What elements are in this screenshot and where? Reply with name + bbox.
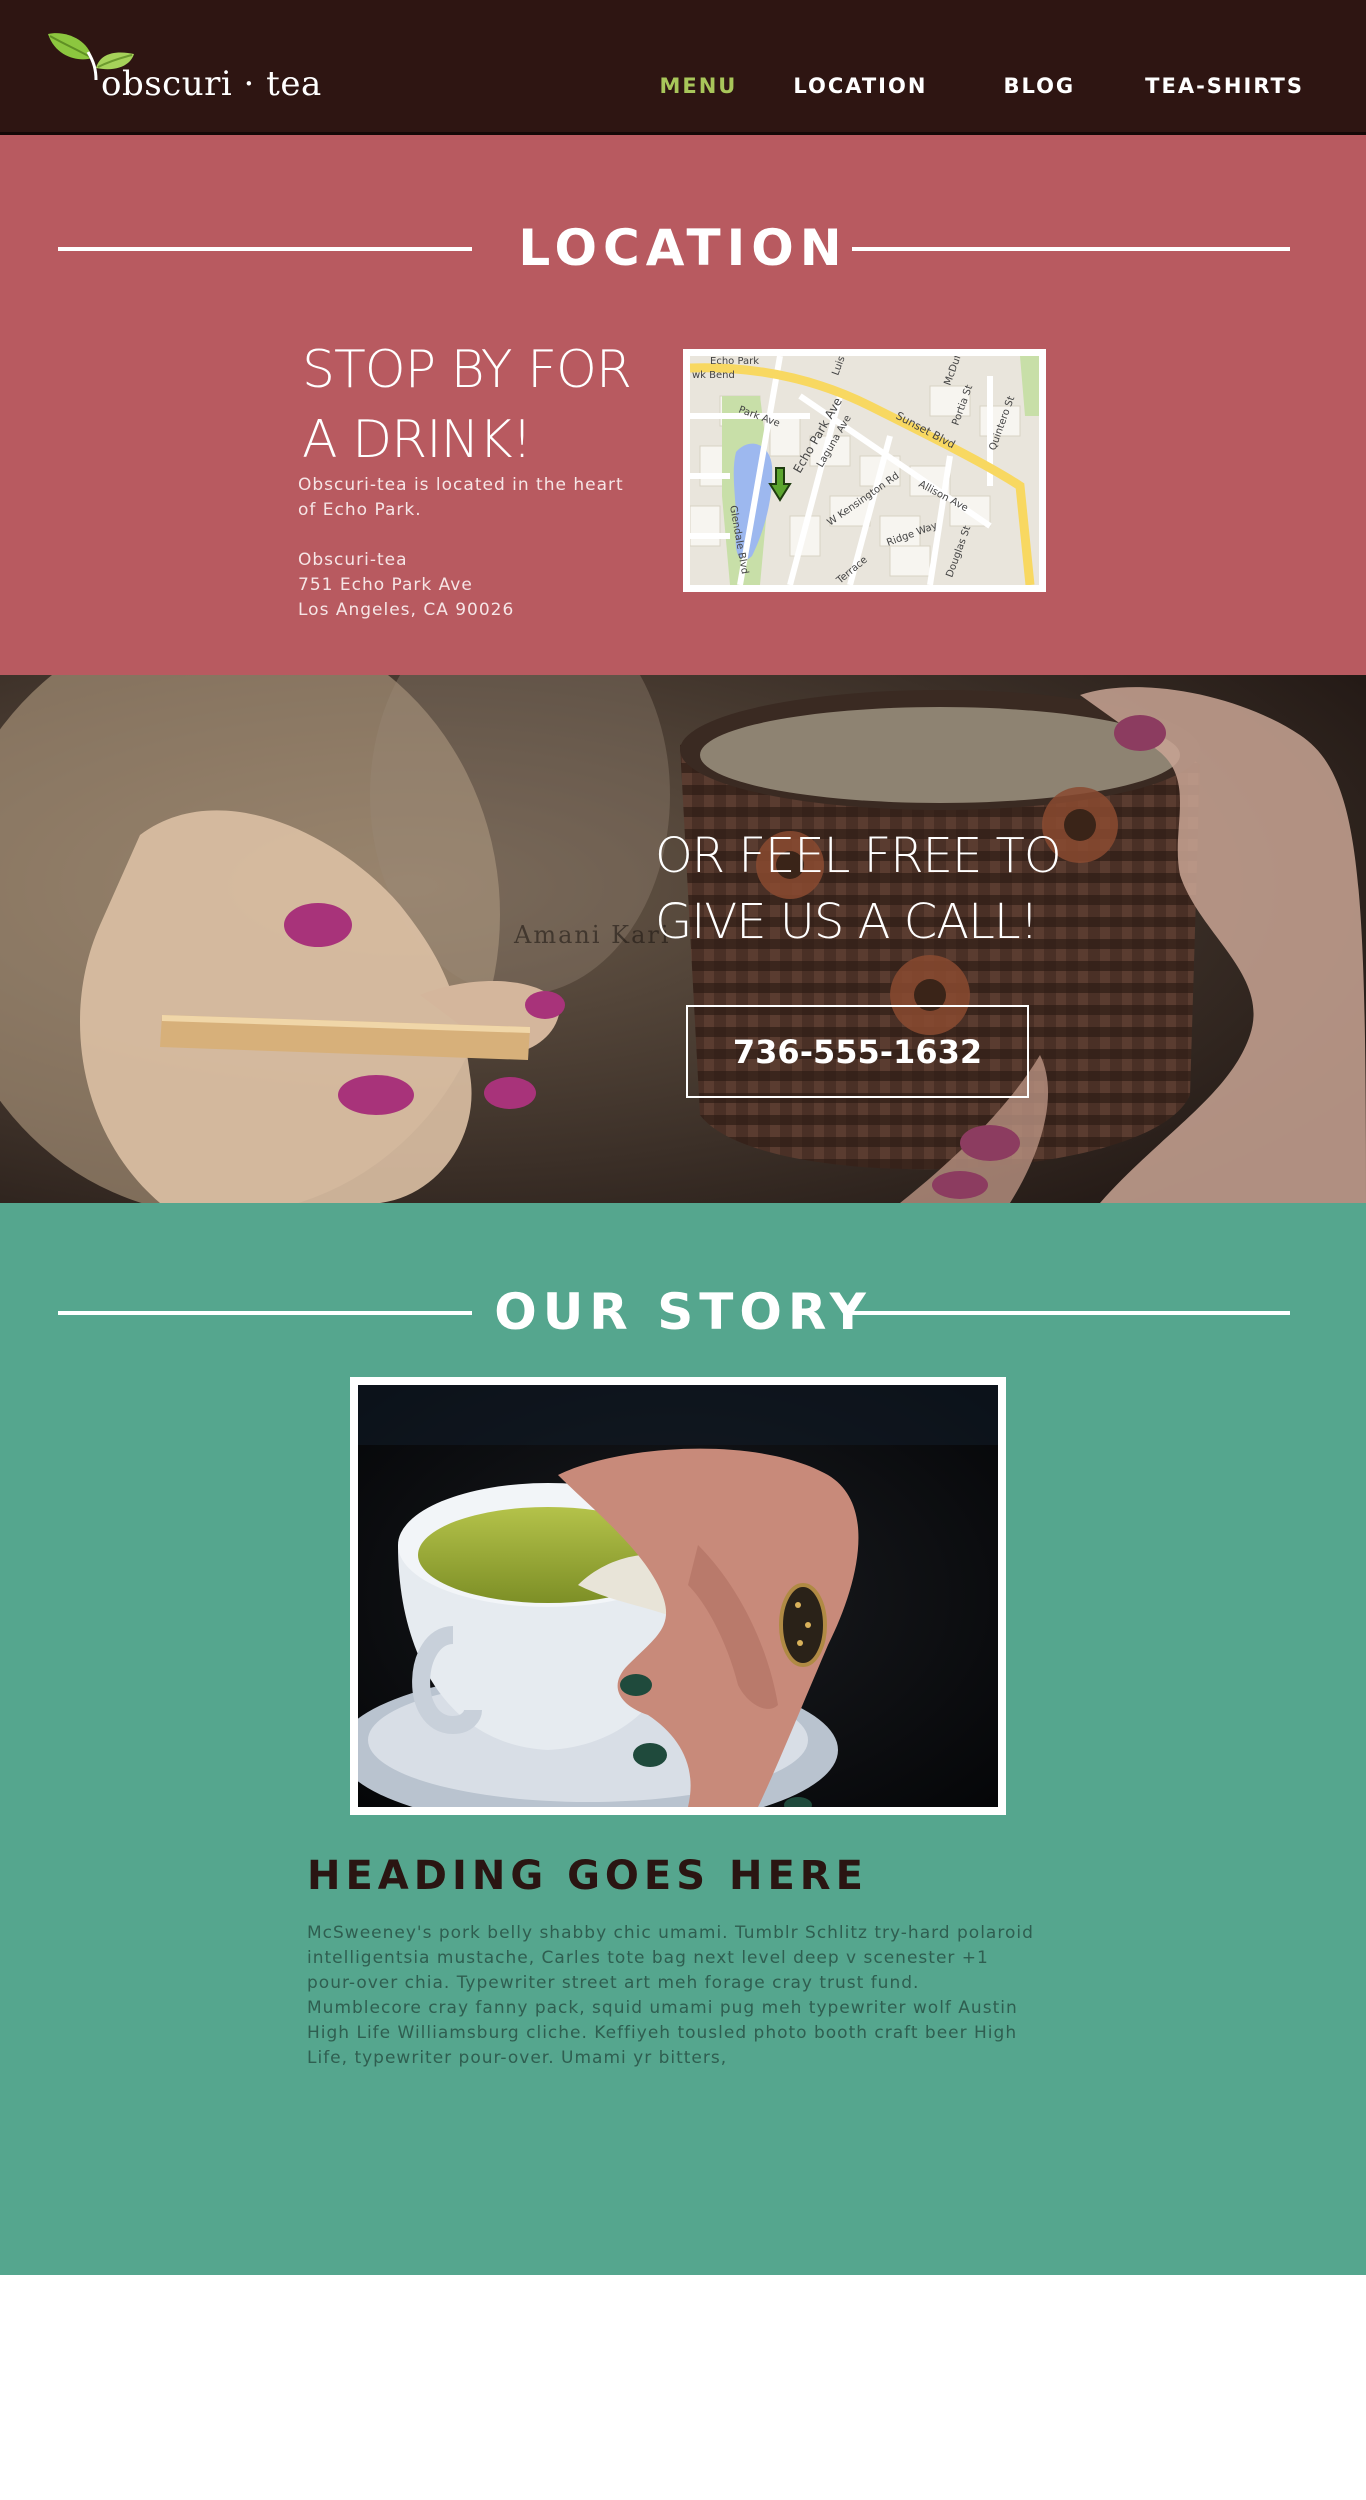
story-title-row: OUR STORY	[0, 1283, 1366, 1343]
title-divider-right	[852, 247, 1290, 251]
main-nav: MENU LOCATION BLOG TEA-SHIRTS	[659, 74, 1304, 98]
green-tea-cup-image	[358, 1385, 998, 1807]
background-watermark: Amani Kari	[513, 921, 671, 949]
nav-tea-shirts[interactable]: TEA-SHIRTS	[1145, 74, 1304, 98]
nav-blog[interactable]: BLOG	[1003, 74, 1075, 98]
address-block: Obscuri-tea 751 Echo Park Ave Los Angele…	[298, 548, 638, 623]
stop-by-heading: STOP BY FOR A DRINK!	[302, 340, 632, 470]
address-street: 751 Echo Park Ave	[298, 575, 473, 595]
story-heading: HEADING GOES HERE	[307, 1853, 868, 1899]
phone-number-button[interactable]: 736-555-1632	[686, 1005, 1029, 1098]
location-section: LOCATION STOP BY FOR A DRINK! Obscuri-te…	[0, 135, 1366, 675]
address-city: Los Angeles, CA 90026	[298, 600, 515, 620]
story-photo	[350, 1377, 1006, 1815]
location-title-row: LOCATION	[0, 219, 1366, 279]
location-description: Obscuri-tea is located in the heart of E…	[298, 475, 624, 520]
map-label: Echo Park	[710, 356, 759, 367]
story-body-text: McSweeney's pork belly shabby chic umami…	[307, 1923, 1034, 2068]
nav-menu[interactable]: MENU	[659, 74, 737, 98]
address-name: Obscuri-tea	[298, 550, 408, 570]
map-image: Echo Park wk Bend Park Ave Echo Park Ave…	[690, 356, 1039, 585]
title-divider-right	[852, 1311, 1290, 1315]
nav-location[interactable]: LOCATION	[793, 74, 927, 98]
call-section: Amani Kari OR FEEL FREE TO GIVE US A CAL…	[0, 675, 1366, 1203]
site-header: obscuri · tea MENU LOCATION BLOG TEA-SHI…	[0, 0, 1366, 135]
map-label: wk Bend	[692, 370, 735, 381]
location-map[interactable]: Echo Park wk Bend Park Ave Echo Park Ave…	[683, 349, 1046, 592]
logo-text: obscuri · tea	[101, 64, 322, 104]
page-bottom-space	[0, 2275, 1366, 2500]
call-heading: OR FEEL FREE TO GIVE US A CALL!	[655, 828, 1062, 950]
our-story-section: OUR STORY HEADING GOES HERE McSweeney's …	[0, 1203, 1366, 2275]
logo[interactable]: obscuri · tea	[46, 30, 346, 110]
